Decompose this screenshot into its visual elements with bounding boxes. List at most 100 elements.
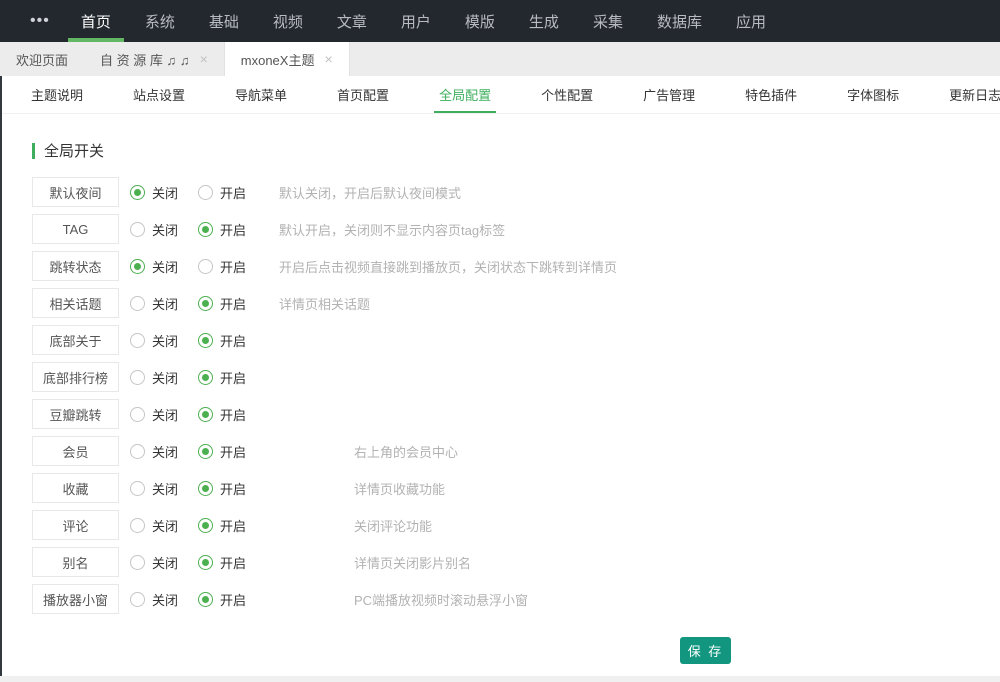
radio-group: 关闭 开启 [130,331,266,350]
setting-label-button[interactable]: 会员 [32,436,119,466]
setting-label-button[interactable]: 评论 [32,510,119,540]
radio-option-off[interactable]: 关闭 [130,553,198,572]
radio-option-off[interactable]: 关闭 [130,183,198,202]
navbar-item-label: 数据库 [657,11,702,32]
navbar-item[interactable]: 基础 [192,0,256,42]
setting-label-button[interactable]: 跳转状态 [32,251,119,281]
navbar-item[interactable]: 模版 [448,0,512,42]
tab[interactable]: 欢迎页面 [0,42,84,76]
radio-circle-icon [130,518,145,533]
radio-option-off[interactable]: 关闭 [130,405,198,424]
radio-circle-icon [130,370,145,385]
navbar-item[interactable]: 系统 [128,0,192,42]
radio-option-off[interactable]: 关闭 [130,516,198,535]
radio-option-off[interactable]: 关闭 [130,442,198,461]
radio-option-off[interactable]: 关闭 [130,331,198,350]
subnav-tab[interactable]: 站点设置 [128,76,190,113]
navbar-item[interactable]: 视频 [256,0,320,42]
setting-description: 详情页关闭影片别名 [354,553,471,572]
subnav-tab[interactable]: 主题说明 [26,76,88,113]
radio-on-label: 开启 [220,183,246,202]
radio-option-off[interactable]: 关闭 [130,257,198,276]
tab-close-icon[interactable]: × [200,52,208,66]
radio-circle-icon [198,407,213,422]
radio-option-on[interactable]: 开启 [198,220,266,239]
setting-label-button[interactable]: 默认夜间 [32,177,119,207]
radio-on-label: 开启 [220,331,246,350]
tab[interactable]: mxoneX主题 × [224,42,350,76]
subnav-tab-label: 个性配置 [541,85,593,104]
radio-off-label: 关闭 [152,590,178,609]
radio-option-on[interactable]: 开启 [198,331,266,350]
radio-option-on[interactable]: 开启 [198,294,266,313]
setting-label-button[interactable]: TAG [32,214,119,244]
setting-description: 详情页收藏功能 [354,479,445,498]
setting-label-button[interactable]: 底部关于 [32,325,119,355]
top-navbar: ••• 首页 系统 基础 视频 文章 用户 模版 生成 采集 数据库 [0,0,1000,42]
section-title: 全局开关 [32,140,1000,161]
subnav-tab[interactable]: 首页配置 [332,76,394,113]
radio-option-off[interactable]: 关闭 [130,590,198,609]
subnav-tab[interactable]: 更新日志 [944,76,1000,113]
navbar-item[interactable]: 首页 [64,0,128,42]
setting-row: 会员 关闭 开启 右上角的会员中心 [32,436,1000,466]
radio-option-on[interactable]: 开启 [198,479,266,498]
radio-option-off[interactable]: 关闭 [130,368,198,387]
setting-label-button[interactable]: 播放器小窗 [32,584,119,614]
radio-option-on[interactable]: 开启 [198,183,266,202]
subnav-tab[interactable]: 广告管理 [638,76,700,113]
navbar-item[interactable]: 采集 [576,0,640,42]
subnav-tab-label: 全局配置 [439,85,491,104]
radio-circle-icon [130,185,145,200]
tab-close-icon[interactable]: × [324,52,332,66]
radio-on-label: 开启 [220,368,246,387]
navbar-item[interactable]: 用户 [384,0,448,42]
subnav-tab[interactable]: 导航菜单 [230,76,292,113]
radio-group: 关闭 开启 [130,590,266,609]
radio-option-off[interactable]: 关闭 [130,479,198,498]
setting-label-button[interactable]: 豆瓣跳转 [32,399,119,429]
subnav-tab-label: 导航菜单 [235,85,287,104]
radio-option-off[interactable]: 关闭 [130,294,198,313]
setting-description: 默认关闭，开启后默认夜间模式 [279,183,461,202]
radio-group: 关闭 开启 [130,257,266,276]
setting-description: PC端播放视频时滚动悬浮小窗 [354,590,528,609]
radio-option-on[interactable]: 开启 [198,368,266,387]
radio-option-on[interactable]: 开启 [198,257,266,276]
navbar-item-label: 生成 [529,11,559,32]
save-button[interactable]: 保 存 [680,637,731,664]
setting-label-button[interactable]: 别名 [32,547,119,577]
navbar-item[interactable]: 生成 [512,0,576,42]
subnav-tab[interactable]: 字体图标 [842,76,904,113]
radio-option-on[interactable]: 开启 [198,516,266,535]
radio-option-on[interactable]: 开启 [198,405,266,424]
navbar-item[interactable]: 应用 [719,0,783,42]
section-accent-bar [32,143,35,159]
subnav-tab[interactable]: 特色插件 [740,76,802,113]
more-menu-icon[interactable]: ••• [16,0,64,42]
radio-option-on[interactable]: 开启 [198,442,266,461]
setting-label-button[interactable]: 收藏 [32,473,119,503]
save-button-area: 保 存 [680,637,1000,664]
navbar-item-label: 首页 [81,11,111,32]
radio-option-on[interactable]: 开启 [198,553,266,572]
navbar-item[interactable]: 文章 [320,0,384,42]
navbar-item[interactable]: 数据库 [640,0,719,42]
subnav-tab[interactable]: 个性配置 [536,76,598,113]
subnav-tab-label: 广告管理 [643,85,695,104]
radio-group: 关闭 开启 [130,553,266,572]
setting-label-button[interactable]: 底部排行榜 [32,362,119,392]
subnav-tab[interactable]: 全局配置 [434,76,496,113]
radio-off-label: 关闭 [152,553,178,572]
tab[interactable]: 自 资 源 库 ♫ ♫ × [84,42,224,76]
radio-on-label: 开启 [220,442,246,461]
radio-option-on[interactable]: 开启 [198,590,266,609]
setting-description: 详情页相关话题 [279,294,370,313]
navbar-item-label: 视频 [273,11,303,32]
settings-rows: 默认夜间 关闭 开启 默认关闭，开启后默认夜间模式 TAG [32,177,1000,614]
setting-row: 收藏 关闭 开启 详情页收藏功能 [32,473,1000,503]
setting-label-button[interactable]: 相关话题 [32,288,119,318]
setting-row: 播放器小窗 关闭 开启 PC端播放视频时滚动悬浮小窗 [32,584,1000,614]
radio-option-off[interactable]: 关闭 [130,220,198,239]
radio-circle-icon [198,481,213,496]
